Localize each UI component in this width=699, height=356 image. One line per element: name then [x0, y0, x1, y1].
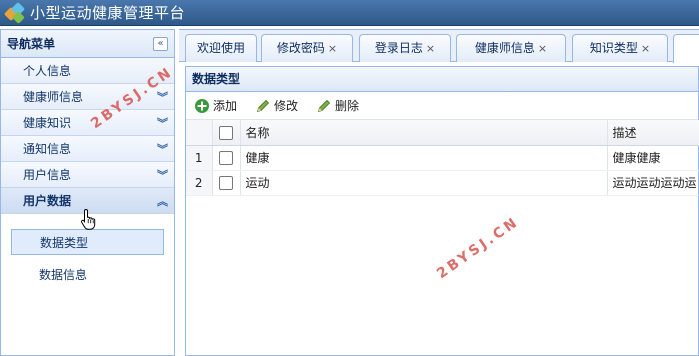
tab-knowledge-type[interactable]: 知识类型 ×	[572, 34, 668, 62]
sidebar-item-label: 健康知识	[23, 116, 72, 130]
chevron-down-icon: ︾	[157, 142, 168, 156]
chevron-up-icon: ︽	[157, 194, 168, 208]
sidebar-header: 导航菜单 «	[1, 30, 174, 58]
column-header-name[interactable]: 名称	[240, 120, 608, 146]
close-icon[interactable]: ×	[641, 42, 650, 55]
pencil-icon	[256, 99, 270, 112]
delete-button[interactable]: 删除	[316, 97, 359, 114]
sidebar-item-user-info[interactable]: 用户信息 ︾	[1, 162, 174, 188]
tab-label: 欢迎使用	[196, 41, 245, 55]
checkbox[interactable]	[219, 125, 233, 140]
row-checkbox[interactable]	[212, 145, 241, 171]
add-button-label: 添加	[213, 99, 238, 113]
tab-health-coach-info[interactable]: 健康师信息 ×	[456, 34, 566, 62]
edit-button-label: 修改	[274, 99, 299, 113]
delete-button-label: 删除	[335, 99, 360, 113]
grid-toolbar: 添加 修改 删除	[186, 92, 698, 120]
tab-label: 登录日志	[374, 41, 423, 55]
select-all-checkbox[interactable]	[212, 120, 241, 146]
submenu-item-data-type[interactable]: 数据类型	[11, 229, 164, 255]
column-header-desc[interactable]: 描述	[607, 120, 699, 146]
sidebar-item-notifications[interactable]: 通知信息 ︾	[1, 136, 174, 162]
sidebar-item-label: 通知信息	[23, 142, 72, 156]
close-icon[interactable]: ×	[538, 42, 547, 55]
tab-change-password[interactable]: 修改密码 ×	[261, 34, 353, 62]
tab-login-log[interactable]: 登录日志 ×	[359, 34, 451, 62]
checkbox[interactable]	[219, 150, 233, 165]
row-number: 2	[186, 170, 213, 196]
table-row[interactable]: 2 运动 运动运动运动运	[186, 170, 699, 196]
sidebar-item-label: 健康师信息	[23, 90, 84, 104]
sidebar-title: 导航菜单	[7, 37, 56, 51]
submenu-item-data-info[interactable]: 数据信息	[11, 262, 164, 288]
chevron-down-icon: ︾	[157, 116, 168, 130]
chevron-down-icon: ︾	[157, 90, 168, 104]
cell-name: 健康	[240, 145, 608, 171]
sidebar-item-label: 个人信息	[23, 64, 72, 78]
tab-label: 知识类型	[589, 41, 638, 55]
panel-title: 数据类型	[186, 67, 698, 92]
row-number: 1	[186, 145, 213, 171]
edit-button[interactable]: 修改	[255, 97, 298, 114]
tab-label: 修改密码	[276, 41, 325, 55]
cell-name: 运动	[240, 170, 608, 196]
tab-label: 健康师信息	[474, 41, 535, 55]
cell-desc: 健康健康	[607, 145, 699, 171]
sidebar-item-label: 用户信息	[23, 168, 72, 182]
app-title: 小型运动健康管理平台	[30, 4, 186, 22]
sidebar-item-label: 用户数据	[23, 194, 72, 208]
title-bar: 小型运动健康管理平台	[0, 0, 699, 26]
add-icon	[195, 98, 209, 113]
add-button[interactable]: 添加	[194, 97, 237, 114]
tab-bar: 欢迎使用 修改密码 × 登录日志 × 健康师信息 × 知识类型 ×	[179, 29, 699, 63]
chevron-down-icon: ︾	[157, 168, 168, 182]
hand-cursor-icon	[80, 208, 96, 230]
data-type-panel: 数据类型 添加 修改 删除 名称 描述 1 健康 健康健康 2 运动 运动运动运…	[185, 66, 699, 356]
collapse-sidebar-button[interactable]: «	[153, 36, 168, 51]
app-window: 小型运动健康管理平台 导航菜单 « 个人信息 健康师信息 ︾ 健康知识 ︾ 通知…	[0, 0, 699, 356]
row-number-header	[186, 120, 213, 146]
tab-welcome[interactable]: 欢迎使用	[185, 34, 257, 62]
close-icon[interactable]: ×	[328, 42, 337, 55]
cell-desc: 运动运动运动运	[607, 170, 699, 196]
table-header-row: 名称 描述	[186, 120, 699, 146]
data-type-table: 名称 描述 1 健康 健康健康 2 运动 运动运动运动运	[186, 120, 699, 196]
row-checkbox[interactable]	[212, 170, 241, 196]
table-row[interactable]: 1 健康 健康健康	[186, 145, 699, 171]
sidebar-item-health-knowledge[interactable]: 健康知识 ︾	[1, 110, 174, 136]
pencil-icon	[317, 99, 331, 112]
tab-data-type[interactable]	[673, 34, 699, 63]
checkbox[interactable]	[219, 175, 233, 190]
close-icon[interactable]: ×	[426, 42, 435, 55]
app-logo-icon	[3, 1, 26, 24]
